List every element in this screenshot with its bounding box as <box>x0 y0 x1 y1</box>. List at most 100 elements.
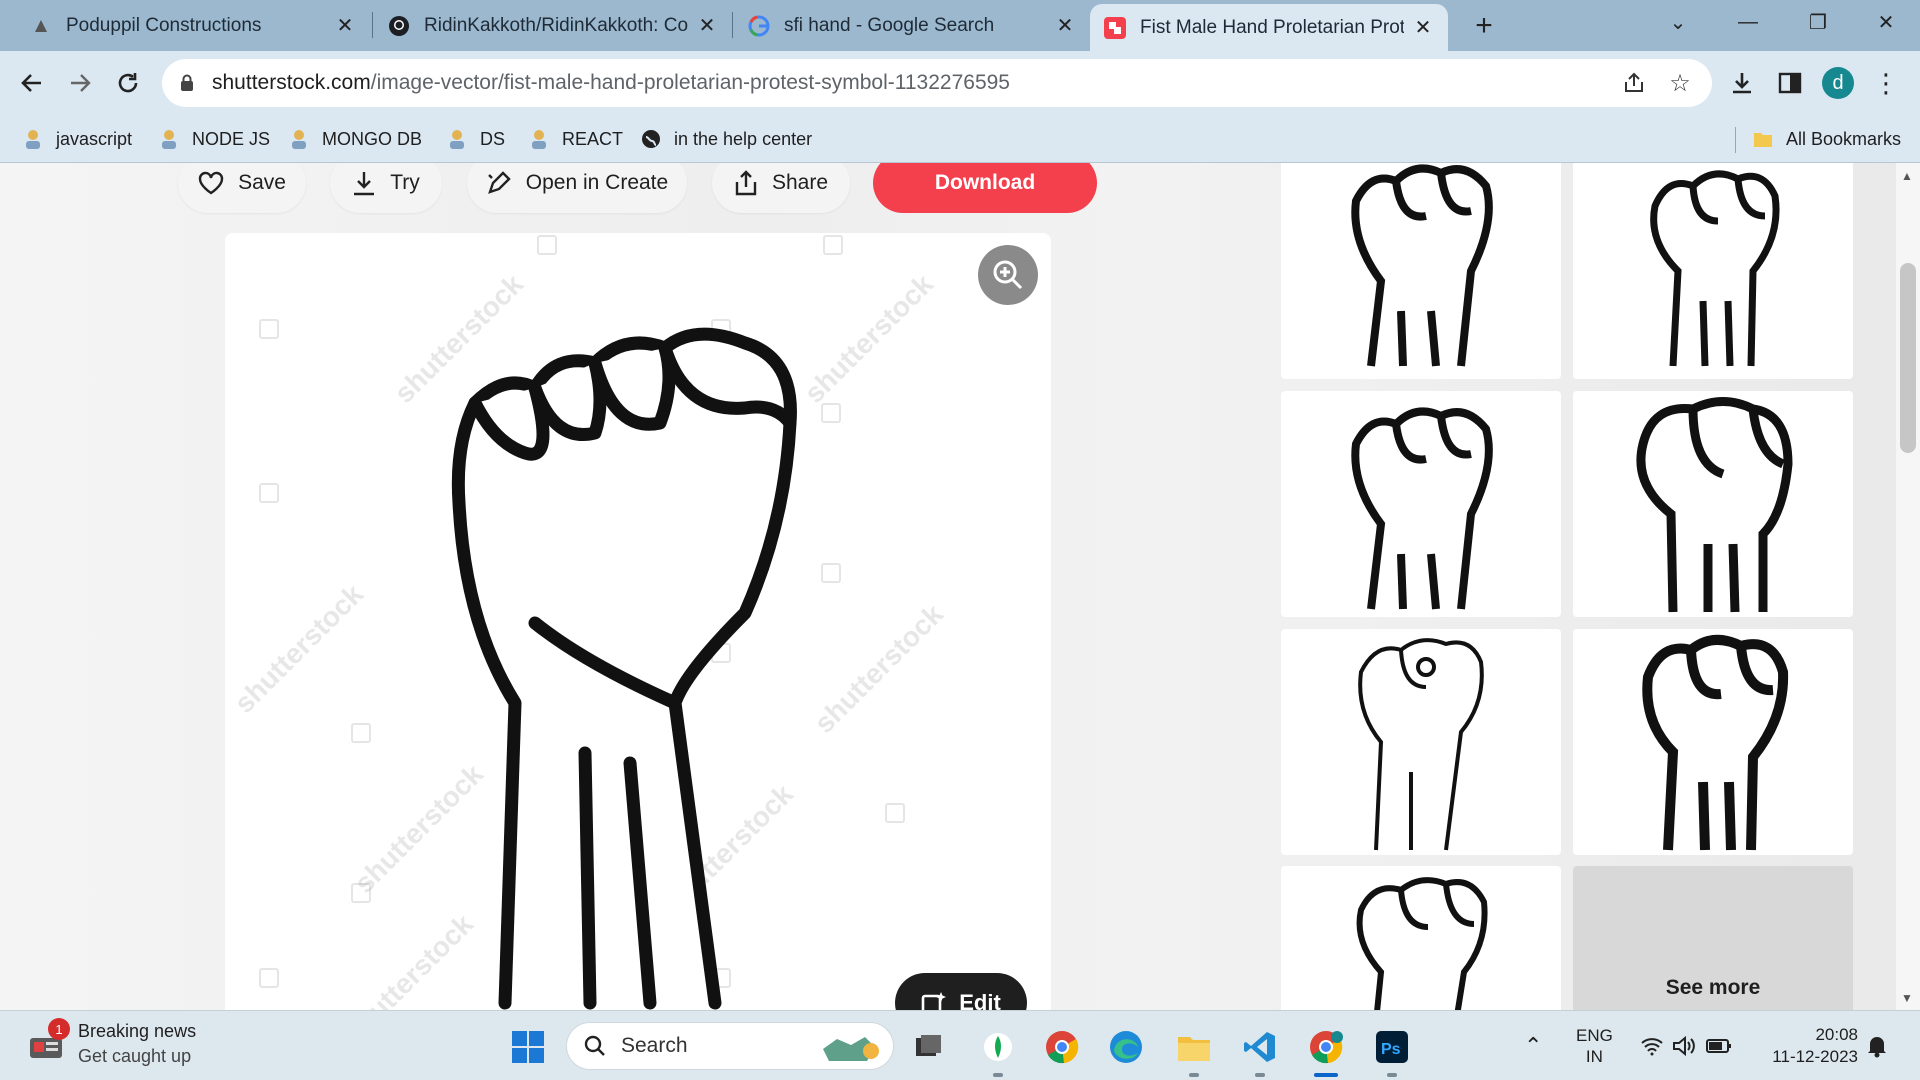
bookmark-label: javascript <box>56 128 133 149</box>
news-widget[interactable]: 1 Breaking news Get caught up <box>26 1018 196 1067</box>
side-panel-icon[interactable] <box>1772 65 1808 101</box>
restore-icon[interactable]: ❐ <box>1790 0 1846 44</box>
bookmark-javascript[interactable]: javascript <box>20 115 132 163</box>
save-button[interactable]: Save <box>178 163 306 213</box>
taskbar-search[interactable]: Search <box>566 1022 894 1070</box>
page-scrollbar[interactable]: ▲ ▼ <box>1896 163 1920 1010</box>
share-label: Share <box>771 171 829 194</box>
reload-icon[interactable] <box>108 63 148 103</box>
chrome-profile-icon[interactable] <box>1304 1025 1348 1077</box>
language-indicator[interactable]: ENG IN <box>1576 1011 1613 1080</box>
windows-logo-icon <box>511 1030 545 1064</box>
watermark-logo <box>351 883 371 903</box>
running-indicator <box>993 1073 1003 1077</box>
similar-image-thumb[interactable] <box>1573 391 1853 617</box>
clock[interactable]: 20:08 11-12-2023 <box>1758 1011 1858 1080</box>
address-bar[interactable]: shutterstock.com/image-vector/fist-male-… <box>162 59 1712 107</box>
fist-thumbnail-image <box>1650 170 1780 367</box>
quick-settings[interactable] <box>1640 1011 1732 1080</box>
similar-image-thumb[interactable] <box>1281 163 1561 379</box>
tab-poduppil[interactable]: Poduppil Constructions ✕ <box>0 0 370 51</box>
edit-label: Edit <box>959 990 1001 1010</box>
minimize-icon[interactable]: — <box>1720 0 1776 44</box>
back-icon[interactable] <box>12 63 52 103</box>
tab-strip: Poduppil Constructions ✕ RidinKakkoth/Ri… <box>0 0 1920 51</box>
running-indicator <box>1189 1073 1199 1077</box>
similar-image-thumb[interactable] <box>1281 391 1561 617</box>
share-button[interactable]: Share <box>712 163 850 213</box>
edge-icon[interactable] <box>1104 1025 1148 1069</box>
watermark-logo <box>537 235 557 255</box>
similar-image-thumb[interactable] <box>1281 629 1561 855</box>
tab-search-icon[interactable]: ⌄ <box>1650 0 1706 44</box>
language-code: ENG <box>1576 1025 1613 1045</box>
show-hidden-icons[interactable]: ⌃ <box>1524 1011 1542 1080</box>
bookmark-star-icon[interactable]: ☆ <box>1664 67 1696 99</box>
fist-thumbnail-image <box>1351 164 1493 367</box>
open-in-create-button[interactable]: Open in Create <box>467 163 687 213</box>
tab-title: sfi hand - Google Search <box>784 14 995 36</box>
bookmark-node-js[interactable]: NODE JS <box>156 115 270 163</box>
task-view-icon[interactable] <box>906 1025 950 1069</box>
fist-thumbnail-image <box>1351 407 1493 610</box>
similar-image-thumb[interactable] <box>1573 163 1853 379</box>
watermark-logo <box>259 968 279 988</box>
open-in-create-label: Open in Create <box>525 171 669 194</box>
scroll-down-icon[interactable]: ▼ <box>1901 991 1913 1005</box>
close-icon[interactable]: ✕ <box>334 15 356 37</box>
window-close-icon[interactable]: ✕ <box>1858 0 1914 44</box>
try-button[interactable]: Try <box>330 163 442 213</box>
new-tab-button[interactable]: + <box>1466 8 1502 44</box>
vscode-icon[interactable] <box>1238 1025 1282 1077</box>
tab-shutterstock[interactable]: Fist Male Hand Proletarian Prote ✕ <box>1090 4 1448 51</box>
fist-thumbnail-image <box>1642 635 1789 851</box>
close-icon[interactable]: ✕ <box>1054 15 1076 37</box>
image-preview[interactable]: shutterstock shutterstock shutterstock s… <box>225 233 1051 1010</box>
bookmark-help-center[interactable]: in the help center <box>638 115 812 163</box>
lock-icon[interactable] <box>180 74 200 92</box>
watermark-logo <box>259 483 279 503</box>
chrome-icon[interactable] <box>1040 1025 1084 1069</box>
running-indicator <box>1255 1073 1265 1077</box>
bookmark-react[interactable]: REACT <box>526 115 623 163</box>
downloads-icon[interactable] <box>1724 65 1760 101</box>
profile-avatar[interactable]: d <box>1822 67 1854 99</box>
fist-thumbnail-image <box>1636 397 1793 613</box>
close-icon[interactable]: ✕ <box>1412 17 1434 39</box>
menu-kebab-icon[interactable]: ⋮ <box>1868 65 1904 101</box>
news-icon: 1 <box>26 1018 70 1064</box>
notification-bell-icon[interactable] <box>1866 1011 1888 1080</box>
download-button[interactable]: Download <box>873 163 1097 213</box>
bookmark-label: MONGO DB <box>322 128 423 149</box>
person-emoji-icon <box>444 126 470 152</box>
close-icon[interactable]: ✕ <box>696 15 718 37</box>
zoom-in-button[interactable] <box>978 245 1038 305</box>
clock-date: 11-12-2023 <box>1772 1047 1858 1066</box>
person-emoji-icon <box>526 126 552 152</box>
see-more-button[interactable]: See more <box>1573 866 1853 1010</box>
mongodb-compass-icon[interactable] <box>976 1025 1020 1077</box>
active-indicator <box>1314 1073 1338 1077</box>
start-button[interactable] <box>506 1025 550 1069</box>
tab-title: Poduppil Constructions <box>66 14 262 36</box>
tab-google-search[interactable]: sfi hand - Google Search ✕ <box>734 0 1090 51</box>
scrollbar-thumb[interactable] <box>1900 263 1916 453</box>
construction-icon <box>30 15 52 37</box>
page-content: Save Try Open in Create Share Download s… <box>0 163 1920 1010</box>
bookmark-label: REACT <box>562 128 624 149</box>
heart-icon <box>198 171 224 195</box>
tab-title: RidinKakkoth/RidinKakkoth: Con <box>424 14 688 36</box>
photoshop-icon[interactable]: Ps <box>1370 1025 1414 1077</box>
file-explorer-icon[interactable] <box>1172 1025 1216 1077</box>
tab-github[interactable]: RidinKakkoth/RidinKakkoth: Con ✕ <box>374 0 732 51</box>
similar-image-thumb[interactable] <box>1281 866 1561 1010</box>
person-emoji-icon <box>20 126 46 152</box>
scroll-up-icon[interactable]: ▲ <box>1901 169 1913 183</box>
forward-icon[interactable] <box>60 63 100 103</box>
bookmark-ds[interactable]: DS <box>444 115 505 163</box>
all-bookmarks-button[interactable]: All Bookmarks <box>1750 115 1901 163</box>
bookmark-mongo-db[interactable]: MONGO DB <box>286 115 422 163</box>
similar-image-thumb[interactable] <box>1573 629 1853 855</box>
share-page-icon[interactable] <box>1618 67 1650 99</box>
edit-button[interactable]: Edit <box>895 973 1027 1010</box>
